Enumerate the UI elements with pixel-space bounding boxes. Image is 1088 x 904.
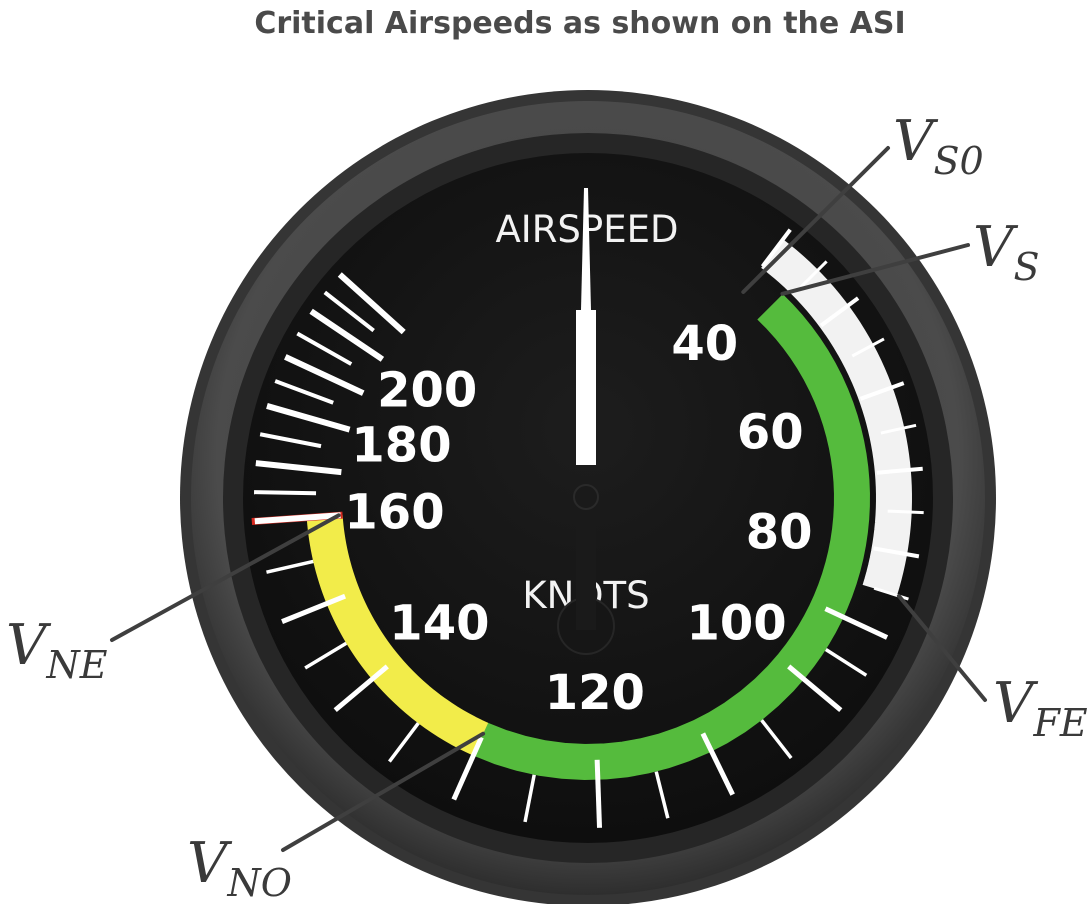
tick-mark: [254, 490, 317, 496]
callout-sub-vfe: FE: [1032, 701, 1087, 745]
callout-label-vs: VS: [973, 215, 1040, 289]
callout-main-vs0: V: [893, 109, 939, 174]
tick-mark: [594, 759, 603, 828]
callout-sub-vs: S: [1013, 245, 1039, 289]
needle-tail: [576, 490, 596, 630]
callout-sub-vs0: S0: [933, 139, 983, 183]
speed-number: 40: [671, 316, 738, 372]
tick-mark: [887, 509, 924, 515]
callout-sub-vne: NE: [45, 643, 107, 687]
speed-number: 80: [746, 505, 813, 561]
speed-number: 160: [344, 485, 444, 541]
callout-label-vno: VNO: [187, 831, 292, 904]
speed-number: 60: [737, 405, 804, 461]
callout-main-vs: V: [973, 215, 1019, 280]
callout-label-vs0: VS0: [893, 109, 984, 183]
needle-pivot: [573, 484, 599, 510]
speed-number: 120: [545, 665, 645, 721]
callout-label-vne: VNE: [6, 613, 108, 687]
callout-sub-vno: NO: [226, 861, 291, 904]
callout-main-vne: V: [6, 613, 52, 678]
speed-number: 100: [686, 596, 786, 652]
speed-number: 200: [377, 363, 477, 419]
callout-main-vno: V: [187, 831, 233, 896]
speed-number: 180: [351, 418, 451, 474]
speed-number: 140: [389, 596, 489, 652]
callout-label-vfe: VFE: [993, 671, 1088, 745]
callout-main-vfe: V: [993, 671, 1039, 736]
airspeed-indicator: 406080100120140160180200 AIRSPEED KNOTS …: [6, 90, 1088, 904]
needle-shaft: [576, 310, 596, 465]
